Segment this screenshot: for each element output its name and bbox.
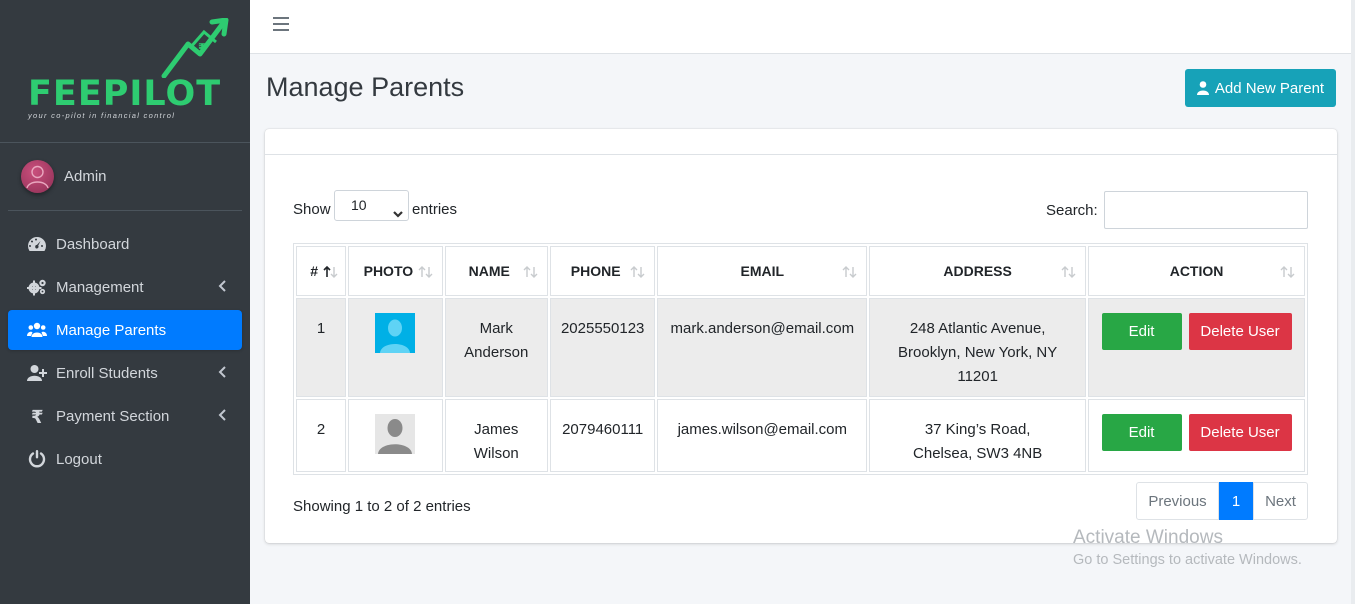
sort-icon: [418, 265, 434, 279]
avatar-gray-icon: [375, 414, 416, 454]
table-header-row: # PHOTO NAME PHONE EMAIL ADDRESS ACTION: [296, 246, 1305, 296]
sidebar-item-payment-section[interactable]: ₹ Payment Section: [8, 396, 242, 436]
cell-index: 2: [296, 399, 347, 472]
top-navbar: [250, 0, 1355, 54]
column-header-email[interactable]: EMAIL: [657, 246, 868, 296]
scrollbar[interactable]: [1351, 0, 1355, 604]
user-name: Admin: [64, 168, 107, 185]
column-header-index[interactable]: #: [296, 246, 347, 296]
sidebar-item-manage-parents[interactable]: Manage Parents: [8, 310, 242, 350]
cell-phone: 2025550123: [549, 298, 656, 397]
cell-photo: [348, 298, 443, 397]
column-header-name[interactable]: NAME: [444, 246, 548, 296]
sort-icon: [523, 265, 539, 279]
pagination-page-1[interactable]: 1: [1219, 482, 1253, 520]
table-info: Showing 1 to 2 of 2 entries: [293, 498, 471, 515]
column-header-photo[interactable]: PHOTO: [348, 246, 443, 296]
chevron-down-icon: [393, 200, 403, 218]
delete-user-button[interactable]: Delete User: [1188, 414, 1292, 451]
edit-button[interactable]: Edit: [1101, 414, 1182, 451]
cell-name: Mark Anderson: [444, 298, 548, 397]
page-size-value: 10: [351, 197, 367, 213]
activate-windows-title: Activate Windows: [1073, 527, 1223, 548]
sidebar-item-enroll-students[interactable]: Enroll Students: [8, 353, 242, 393]
sidebar-item-logout[interactable]: Logout: [8, 439, 242, 479]
sort-icon: [842, 265, 858, 279]
column-header-phone[interactable]: PHONE: [549, 246, 656, 296]
rupee-icon: ₹: [26, 406, 48, 426]
user-avatar-icon: [26, 165, 49, 189]
pagination-next[interactable]: Next: [1253, 482, 1308, 520]
sort-icon: [630, 265, 646, 279]
users-icon: [26, 320, 48, 340]
user-plus-icon: [26, 363, 48, 383]
sidebar-item-label: Manage Parents: [56, 321, 167, 339]
sort-icon: [1280, 265, 1296, 279]
sidebar-item-label: Payment Section: [56, 407, 170, 425]
add-new-parent-label: Add New Parent: [1214, 79, 1325, 97]
cell-action: Edit Delete User: [1088, 298, 1305, 397]
tachometer-icon: [26, 234, 48, 254]
card-header: [265, 129, 1337, 155]
cell-email: mark.anderson@email.com: [657, 298, 868, 397]
chevron-left-icon: [218, 365, 228, 379]
brand-name: FEEPILOT: [28, 74, 222, 114]
sidebar-item-label: Dashboard: [56, 235, 130, 253]
logo-icon: ₹: [161, 18, 229, 78]
power-icon: [26, 449, 48, 469]
sidebar-item-dashboard[interactable]: Dashboard: [8, 224, 242, 264]
pagination: Previous 1 Next: [1136, 482, 1308, 520]
sort-icon: [1061, 265, 1077, 279]
pagination-previous[interactable]: Previous: [1136, 482, 1219, 520]
cell-email: james.wilson@email.com: [657, 399, 868, 472]
brand-area[interactable]: ₹ FEEPILOT your co-pilot in financial co…: [0, 0, 250, 143]
avatar-cyan-icon: [375, 313, 416, 353]
brand-tagline: your co-pilot in financial control: [28, 111, 176, 120]
sidebar: ₹ FEEPILOT your co-pilot in financial co…: [0, 0, 250, 604]
table-row: 2 James Wilson 2079460111 james.wilson@e…: [296, 399, 1305, 472]
cell-address: 248 Atlantic Avenue, Brooklyn, New York,…: [869, 298, 1087, 397]
user-panel[interactable]: Admin: [8, 143, 242, 211]
cell-address: 37 King’s Road, Chelsea, SW3 4NB: [869, 399, 1087, 472]
add-new-parent-button[interactable]: Add New Parent: [1185, 69, 1336, 107]
page-title: Manage Parents: [266, 72, 465, 102]
cell-name: James Wilson: [444, 399, 548, 472]
chevron-left-icon: [218, 279, 228, 293]
svg-text:₹: ₹: [198, 41, 206, 55]
sidebar-nav: Dashboard Management Manage Parents Enro…: [0, 224, 250, 479]
parents-card: Show 10 entries Search: # PHOTO NAME PHO…: [265, 129, 1337, 543]
show-label: Show: [293, 201, 331, 218]
activate-windows-subtitle: Go to Settings to activate Windows.: [1073, 552, 1302, 568]
cogs-icon: [26, 277, 48, 297]
sidebar-item-label: Management: [56, 278, 144, 296]
chevron-left-icon: [218, 408, 228, 422]
sidebar-item-management[interactable]: Management: [8, 267, 242, 307]
sidebar-item-label: Logout: [56, 450, 102, 468]
search-label: Search:: [1046, 202, 1098, 219]
search-input[interactable]: [1104, 191, 1308, 229]
cell-action: Edit Delete User: [1088, 399, 1305, 472]
svg-text:₹: ₹: [31, 407, 44, 425]
cell-photo: [348, 399, 443, 472]
avatar: [21, 160, 54, 193]
table-row: 1 Mark Anderson 2025550123 mark.anderson…: [296, 298, 1305, 397]
cell-index: 1: [296, 298, 347, 397]
delete-user-button[interactable]: Delete User: [1188, 313, 1292, 350]
cell-phone: 2079460111: [549, 399, 656, 472]
entries-label: entries: [412, 201, 458, 218]
edit-button[interactable]: Edit: [1101, 313, 1182, 350]
page-size-select[interactable]: 10: [334, 190, 409, 221]
sidebar-item-label: Enroll Students: [56, 364, 158, 382]
hamburger-menu-icon[interactable]: [273, 17, 289, 33]
column-header-address[interactable]: ADDRESS: [869, 246, 1087, 296]
user-icon: [1196, 81, 1209, 95]
sort-asc-icon: [323, 265, 339, 279]
parents-table: # PHOTO NAME PHONE EMAIL ADDRESS ACTION …: [293, 243, 1308, 475]
column-header-action[interactable]: ACTION: [1088, 246, 1305, 296]
